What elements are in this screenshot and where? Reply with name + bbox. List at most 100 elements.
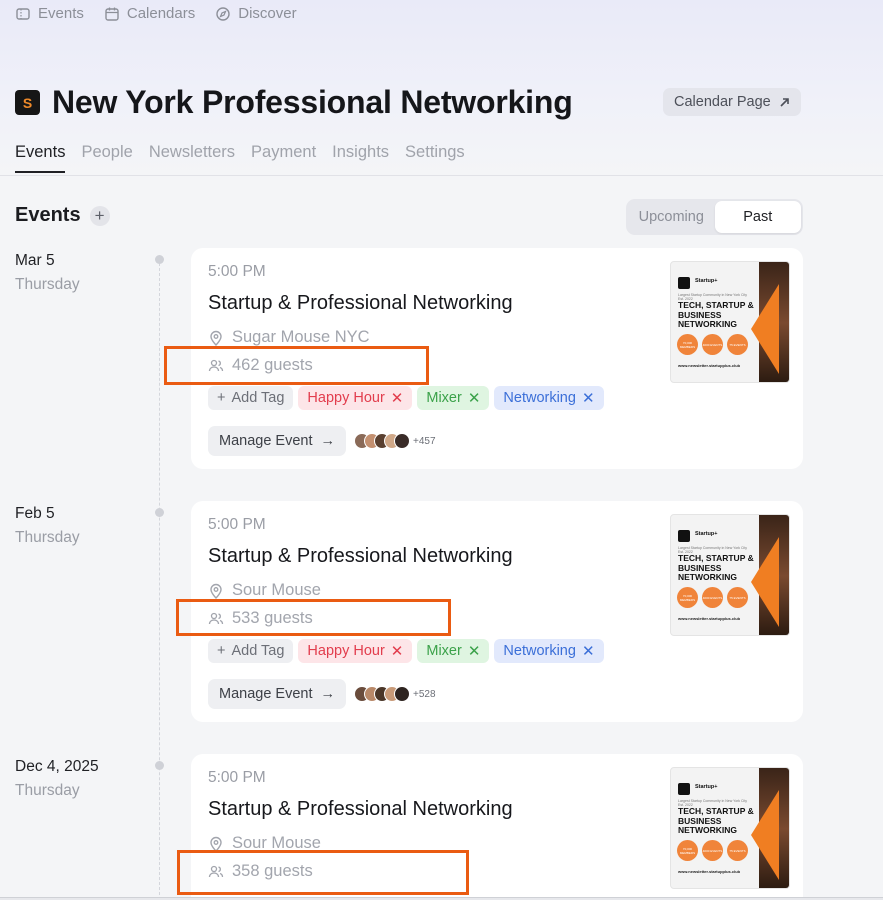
tag-happy-hour[interactable]: Happy Hour ✕ xyxy=(298,386,413,410)
location-pin-icon xyxy=(210,330,222,346)
calendar-icon xyxy=(105,7,119,21)
add-tag-button[interactable]: + Add Tag xyxy=(208,639,294,663)
poster-stat: 4000 EVENTS xyxy=(702,334,723,355)
poster-headline: TECH, STARTUP & BUSINESS NETWORKING xyxy=(678,300,754,329)
remove-tag-icon[interactable]: ✕ xyxy=(391,642,404,660)
manage-event-label: Manage Event xyxy=(219,686,313,702)
poster-stat: 75 EVENTS xyxy=(727,334,748,355)
manage-row: Manage Event → +528 xyxy=(208,679,436,709)
tab-events[interactable]: Events xyxy=(15,143,66,173)
poster-url: www.newsletter.startupplus.club xyxy=(678,869,741,874)
ticket-icon xyxy=(16,7,30,20)
event-location: Sugar Mouse NYC xyxy=(208,328,370,347)
tag-label: Networking xyxy=(503,643,576,659)
poster-stat: 70,000 MEMBERS xyxy=(677,840,698,861)
tag-networking[interactable]: Networking ✕ xyxy=(494,639,604,663)
event-cover-image[interactable]: Startup+ Largest Startup Community in Ne… xyxy=(670,514,790,636)
add-tag-button[interactable]: + Add Tag xyxy=(208,386,294,410)
poster-headline: TECH, STARTUP & BUSINESS NETWORKING xyxy=(678,553,754,582)
poster-logo xyxy=(678,277,690,289)
event-title[interactable]: Startup & Professional Networking xyxy=(208,545,513,568)
nav-calendars-label: Calendars xyxy=(126,5,196,22)
plus-icon: + xyxy=(94,206,105,225)
event-title[interactable]: Startup & Professional Networking xyxy=(208,798,513,821)
remove-tag-icon[interactable]: ✕ xyxy=(582,389,595,407)
arrow-up-right-icon xyxy=(780,97,789,107)
event-weekday: Thursday xyxy=(15,276,80,293)
toggle-upcoming[interactable]: Upcoming xyxy=(628,201,715,233)
tag-label: Happy Hour xyxy=(307,390,385,406)
add-event-button[interactable]: + xyxy=(89,205,110,226)
manage-event-button[interactable]: Manage Event → xyxy=(208,679,347,709)
tag-happy-hour[interactable]: Happy Hour ✕ xyxy=(298,639,413,663)
guests-highlight-box xyxy=(177,850,469,895)
add-tag-label: Add Tag xyxy=(231,390,285,406)
nav-events-label: Events xyxy=(38,5,84,22)
tag-mixer[interactable]: Mixer ✕ xyxy=(417,386,490,410)
event-date-label: Feb 5 xyxy=(15,505,55,522)
upcoming-past-toggle: Upcoming Past xyxy=(626,199,803,235)
timeline-dot xyxy=(155,255,164,264)
timeline-dot xyxy=(155,761,164,770)
calendar-page-button[interactable]: Calendar Page xyxy=(663,88,801,116)
event-cover-image[interactable]: Startup+ Largest Startup Community in Ne… xyxy=(670,261,790,383)
event-date: Mar 5 Thursday xyxy=(15,252,80,294)
arrow-right-icon: → xyxy=(320,686,336,702)
tabs-divider xyxy=(0,175,883,176)
tab-people[interactable]: People xyxy=(81,143,132,173)
tab-payment[interactable]: Payment xyxy=(251,143,316,173)
guest-avatars[interactable]: +528 xyxy=(354,686,436,702)
tag-label: Mixer xyxy=(426,643,462,659)
calendar-tabs: Events People Newsletters Payment Insigh… xyxy=(15,143,465,173)
plus-icon: + xyxy=(217,643,226,659)
poster-stat: 70,000 MEMBERS xyxy=(677,587,698,608)
event-weekday: Thursday xyxy=(15,529,80,546)
guests-highlight-box xyxy=(164,346,429,385)
remove-tag-icon[interactable]: ✕ xyxy=(468,642,481,660)
nav-calendars[interactable]: Calendars xyxy=(104,5,195,22)
poster-stat: 4000 EVENTS xyxy=(702,840,723,861)
event-date-label: Dec 4, 2025 xyxy=(15,758,99,775)
nav-discover[interactable]: Discover xyxy=(215,5,297,22)
event-time: 5:00 PM xyxy=(208,769,266,786)
event-time: 5:00 PM xyxy=(208,516,266,533)
more-guests-count: +457 xyxy=(413,435,436,447)
event-date: Feb 5 Thursday xyxy=(15,505,80,547)
event-title[interactable]: Startup & Professional Networking xyxy=(208,292,513,315)
tag-label: Mixer xyxy=(426,390,462,406)
poster-brand: Startup+ xyxy=(695,278,718,284)
guest-avatars[interactable]: +457 xyxy=(354,433,436,449)
tab-newsletters[interactable]: Newsletters xyxy=(149,143,235,173)
poster-brand: Startup+ xyxy=(695,531,718,537)
poster-logo xyxy=(678,783,690,795)
calendar-logo: S xyxy=(15,90,40,115)
events-heading: Events + xyxy=(15,204,110,227)
event-cover-image[interactable]: Startup+ Largest Startup Community in Ne… xyxy=(670,767,790,889)
event-date-label: Mar 5 xyxy=(15,252,55,269)
tab-settings[interactable]: Settings xyxy=(405,143,465,173)
poster-brand: Startup+ xyxy=(695,784,718,790)
event-weekday: Thursday xyxy=(15,782,80,799)
arrow-right-icon: → xyxy=(320,433,336,449)
tag-label: Happy Hour xyxy=(307,643,385,659)
event-location-label: Sour Mouse xyxy=(232,581,321,599)
remove-tag-icon[interactable]: ✕ xyxy=(582,642,595,660)
remove-tag-icon[interactable]: ✕ xyxy=(468,389,481,407)
poster-stat: 75 EVENTS xyxy=(727,587,748,608)
tag-mixer[interactable]: Mixer ✕ xyxy=(417,639,490,663)
remove-tag-icon[interactable]: ✕ xyxy=(391,389,404,407)
poster-stat: 4000 EVENTS xyxy=(702,587,723,608)
page-title: New York Professional Networking xyxy=(52,84,573,120)
toggle-past[interactable]: Past xyxy=(714,201,801,233)
manage-event-button[interactable]: Manage Event → xyxy=(208,426,347,456)
tag-label: Networking xyxy=(503,390,576,406)
tab-insights[interactable]: Insights xyxy=(332,143,389,173)
avatar xyxy=(394,686,411,702)
event-time: 5:00 PM xyxy=(208,263,266,280)
tag-networking[interactable]: Networking ✕ xyxy=(494,386,604,410)
nav-events[interactable]: Events xyxy=(15,5,84,22)
event-date: Dec 4, 2025 Thursday xyxy=(15,758,99,800)
poster-headline: TECH, STARTUP & BUSINESS NETWORKING xyxy=(678,806,754,835)
plus-icon: + xyxy=(217,390,226,406)
poster-stat: 70,000 MEMBERS xyxy=(677,334,698,355)
